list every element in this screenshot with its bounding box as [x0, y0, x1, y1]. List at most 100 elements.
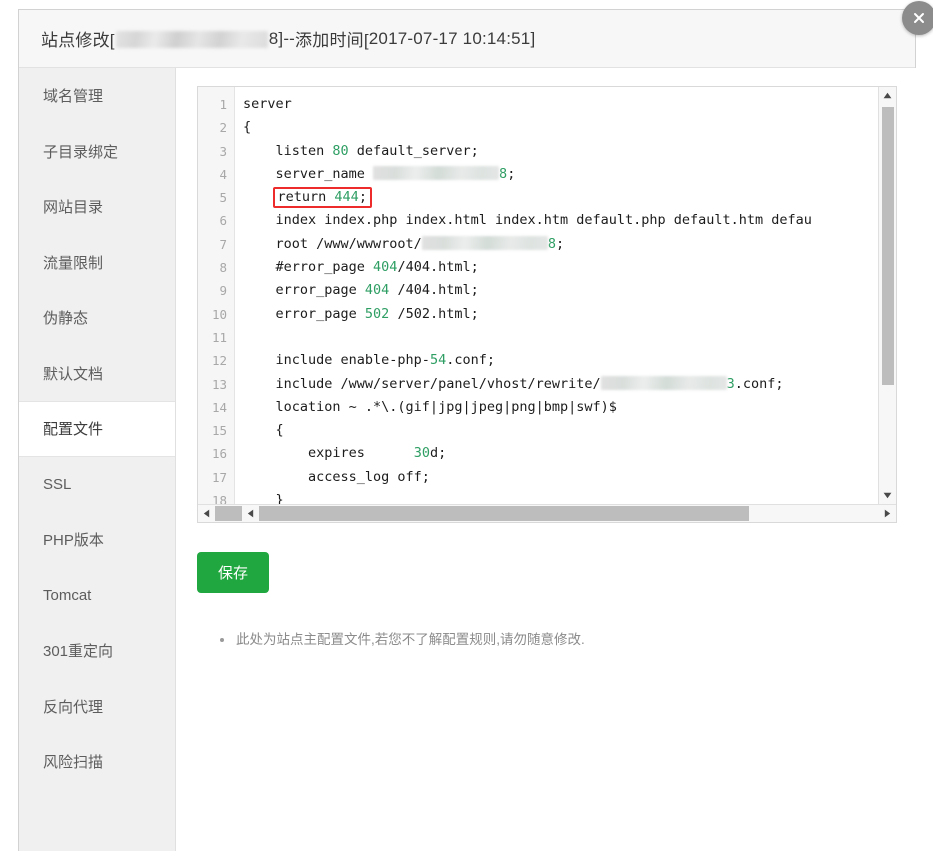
code-text-token: {: [243, 119, 252, 136]
note-list: 此处为站点主配置文件,若您不了解配置规则,请勿随意修改.: [197, 630, 897, 650]
code-area[interactable]: server { listen 80 default_server; server…: [235, 87, 878, 504]
redacted-value: [600, 375, 727, 390]
code-text-token: }: [243, 492, 284, 504]
code-line: listen 80 default_server;: [243, 140, 878, 163]
title-suffix: 8]: [268, 28, 284, 48]
editor-vertical-scrollbar[interactable]: [878, 87, 896, 504]
line-number: 12: [211, 353, 227, 369]
close-button[interactable]: [902, 1, 933, 35]
sidebar-item-risk-scan[interactable]: 风险扫描: [19, 734, 175, 790]
editor-horizontal-scrollbar-inner[interactable]: [242, 505, 896, 522]
main-panel: 1 2 3 4 5 6 7 8 9 10 11 12 13 14 15 16 17 18 server{ list…: [176, 68, 917, 851]
line-number: 2: [219, 120, 227, 136]
code-number-token: 54: [429, 352, 447, 369]
line-number: 13: [211, 376, 227, 392]
horizontal-scroll-thumb-outer[interactable]: [215, 506, 242, 521]
code-line: expires 30d;: [243, 442, 878, 465]
sidebar-item-reverse-proxy[interactable]: 反向代理: [19, 679, 175, 735]
redacted-value: [421, 235, 548, 250]
code-number-token: 444: [334, 189, 359, 206]
code-number-token: 502: [364, 305, 390, 322]
scroll-right-arrow-inner-icon[interactable]: [879, 505, 896, 522]
code-number-token: 404: [373, 259, 398, 276]
code-text-token: /404.html;: [397, 259, 479, 276]
vertical-scroll-thumb[interactable]: [882, 107, 894, 385]
save-button[interactable]: 保存: [197, 552, 270, 593]
code-text-token: server: [243, 96, 292, 112]
title-time-value: 2017-07-17 10:14:51: [368, 28, 531, 48]
scroll-down-arrow-icon[interactable]: [879, 487, 896, 504]
code-text-token: /502.html;: [389, 305, 479, 322]
scroll-left-arrow-inner-icon[interactable]: [242, 505, 259, 522]
code-text-token: return: [277, 189, 335, 206]
sidebar-item-label: 域名管理: [43, 88, 104, 106]
code-text-token: #error_page: [243, 259, 374, 276]
sidebar-item-traffic[interactable]: 流量限制: [19, 235, 175, 291]
code-line: }: [243, 489, 878, 504]
code-line: #error_page 404/404.html;: [243, 256, 878, 279]
code-number-token: 30: [413, 445, 430, 462]
line-number: 9: [219, 283, 227, 299]
site-edit-modal: 站点修改[ 8] -- 添加时间[ 2017-07-17 10:14:51 ] …: [18, 1, 933, 851]
code-line: location ~ .*\.(gif|jpg|jpeg|png|bmp|swf…: [243, 396, 878, 419]
code-text-token: {: [243, 422, 284, 439]
sidebar-item-webroot[interactable]: 网站目录: [19, 179, 175, 235]
code-line: error_page 404 /404.html;: [243, 279, 878, 302]
config-editor[interactable]: 1 2 3 4 5 6 7 8 9 10 11 12 13 14 15 16 17 18 server{ list…: [197, 86, 897, 523]
sidebar-item-label: PHP版本: [43, 532, 104, 550]
code-text-token: d;: [429, 445, 447, 462]
code-text-token: location ~ .*\.(gif|jpg|jpeg|png|bmp|swf…: [243, 398, 617, 415]
line-number: 3: [219, 143, 227, 159]
line-number: 6: [219, 213, 227, 229]
sidebar-item-config-file[interactable]: 配置文件: [19, 401, 175, 457]
code-text-token: listen: [243, 142, 333, 159]
code-number-token: 8: [547, 235, 556, 252]
title-time-close: ]: [530, 28, 536, 48]
sidebar-item-label: Tomcat: [43, 586, 92, 604]
editor-viewport[interactable]: 1 2 3 4 5 6 7 8 9 10 11 12 13 14 15 16 17 18 server{ list…: [198, 87, 878, 504]
code-text-token: include enable-php-: [243, 352, 430, 369]
close-icon: [911, 10, 927, 26]
code-line: {: [243, 419, 878, 442]
sidebar-item-ssl[interactable]: SSL: [19, 457, 175, 513]
sidebar-item-default-doc[interactable]: 默认文档: [19, 346, 175, 402]
sidebar-item-label: 反向代理: [43, 698, 104, 716]
code-text-token: .conf;: [734, 375, 784, 392]
sidebar-item-subdir[interactable]: 子目录绑定: [19, 124, 175, 180]
code-line: {: [243, 116, 878, 139]
page-title: 站点修改[ 8] -- 添加时间[ 2017-07-17 10:14:51 ]: [19, 26, 535, 51]
sidebar-item-label: SSL: [43, 475, 72, 493]
horizontal-scroll-thumb-inner[interactable]: [259, 506, 749, 521]
code-line: server: [243, 93, 878, 116]
code-line: include /www/server/panel/vhost/rewrite/…: [243, 373, 878, 396]
redacted-domain: [115, 31, 268, 48]
scroll-up-arrow-icon[interactable]: [879, 87, 896, 104]
code-text-token: error_page: [243, 282, 365, 299]
sidebar-item-php-version[interactable]: PHP版本: [19, 512, 175, 568]
title-prefix: 站点修改[: [41, 31, 115, 50]
sidebar-item-tomcat[interactable]: Tomcat: [19, 568, 175, 624]
code-number-token: 8: [499, 165, 508, 182]
modal-header: 站点修改[ 8] -- 添加时间[ 2017-07-17 10:14:51 ]: [19, 1, 933, 68]
editor-horizontal-scrollbar-outer[interactable]: [198, 504, 896, 522]
line-number: 15: [211, 423, 227, 439]
sidebar-item-rewrite[interactable]: 伪静态: [19, 290, 175, 346]
line-number: 17: [211, 469, 227, 485]
line-number: 11: [211, 329, 227, 345]
sidebar-item-label: 301重定向: [43, 643, 114, 661]
sidebar-item-label: 网站目录: [43, 199, 104, 217]
code-text-token: .conf;: [446, 352, 495, 369]
title-time-label: 添加时间[: [295, 31, 369, 50]
code-line: error_page 502 /502.html;: [243, 303, 878, 326]
scroll-left-arrow-outer-icon[interactable]: [198, 505, 215, 522]
line-number: 7: [219, 236, 227, 252]
sidebar-item-label: 流量限制: [43, 254, 104, 272]
line-number: 16: [211, 446, 227, 462]
note-item: 此处为站点主配置文件,若您不了解配置规则,请勿随意修改.: [220, 630, 897, 650]
sidebar-item-301-redirect[interactable]: 301重定向: [19, 623, 175, 679]
code-text-token: ;: [555, 235, 565, 252]
sidebar-item-domain[interactable]: 域名管理: [19, 68, 175, 124]
code-line: access_log off;: [243, 466, 878, 489]
